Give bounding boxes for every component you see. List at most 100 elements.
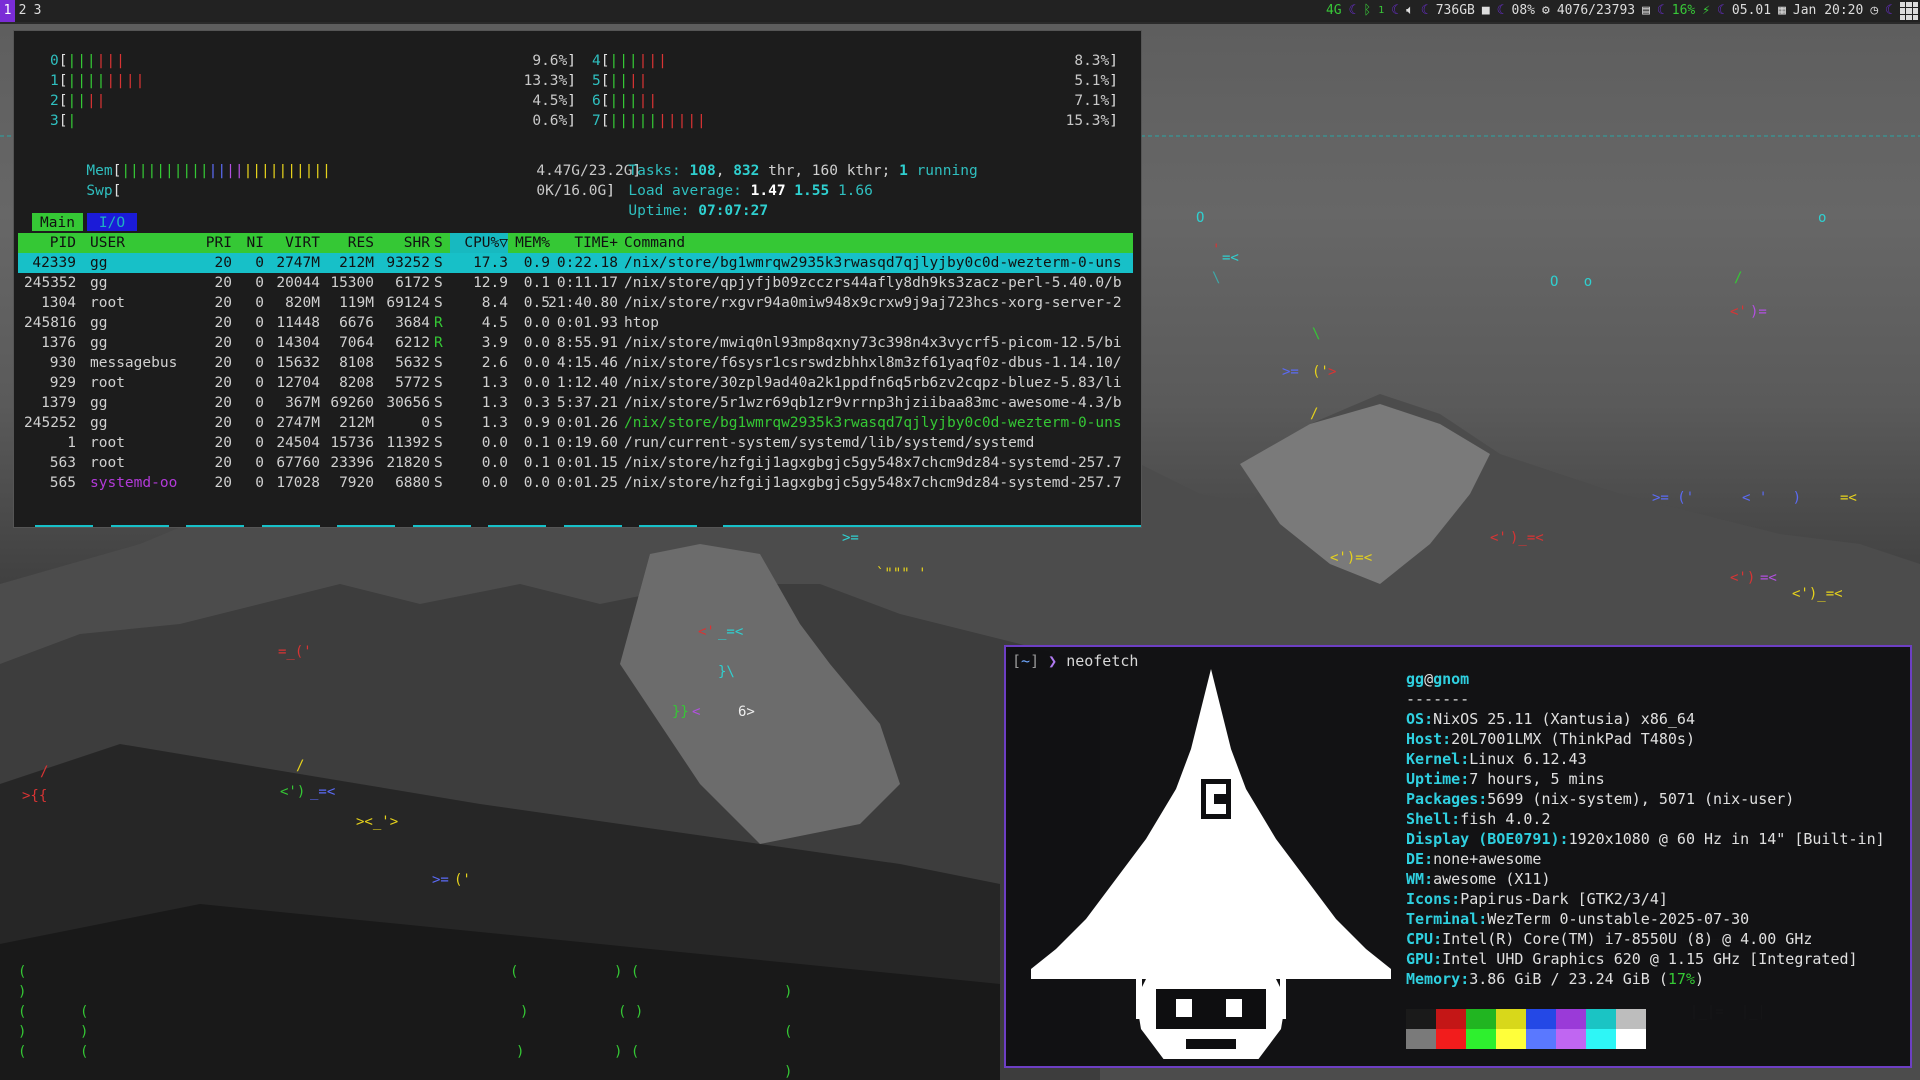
process-user: gg [90,335,108,351]
tag-1[interactable]: 1 [0,0,15,22]
column-header-pri[interactable]: PRI [196,233,232,253]
column-header-command[interactable]: Command [624,233,1124,253]
volume-icon[interactable]: 🔈︎ [1406,0,1414,22]
process-res: 7064 [339,335,374,351]
date-time[interactable]: Jan 20:20 [1793,0,1863,22]
column-header-virt[interactable]: VIRT [258,233,320,253]
memory-value: 3.86 GiB / 23.24 GiB ( [1469,970,1668,988]
process-pri: 20 [214,475,232,491]
process-pri: 20 [214,415,232,431]
memory-icon: ▤ [1642,3,1650,18]
cpu-label: 6 [592,93,601,109]
process-s: S [434,395,443,411]
info-value: 5699 (nix-system), 5071 (nix-user) [1487,790,1795,808]
process-virt: 2747M [276,415,320,431]
color-swatch [1556,1009,1586,1029]
tab-io[interactable]: I/O [86,213,138,231]
fkey-sortby[interactable]: F6SortBy [395,525,471,527]
process-row[interactable]: 245252 gg 20 0 2747M 212M 0 S 1.3 0.9 0:01.26/nix/… [18,413,1133,433]
column-header-s[interactable]: S [434,233,446,253]
tag-2[interactable]: 2 [15,0,30,22]
process-shr: 21820 [386,455,430,471]
fkey-nice[interactable]: F8Nice + [546,525,622,527]
info-line: Terminal:WezTerm 0-unstable-2025-07-30 [1406,909,1885,929]
neofetch-terminal[interactable]: [~] ❯ neofetch gg@gnom ------- OS:NixOS 25… [1004,645,1912,1068]
fkey-label: SortBy [412,525,471,527]
cpu-pct: 13.3% [523,73,568,89]
process-virt: 820M [285,295,320,311]
info-colon: : [1442,730,1452,748]
fkey-search[interactable]: F3Search [168,525,245,527]
process-list: 42339 gg 20 0 2747M 212M 93252 S 17.3 0.9 0:22.18/… [18,253,1133,493]
process-mem: 0.0 [523,355,550,371]
column-header-mem[interactable]: MEM% [494,233,550,253]
cpu-bars: | [67,113,78,129]
process-virt: 2747M [276,255,320,271]
fkey-filter[interactable]: F4Filter [244,525,320,527]
color-swatch [1616,1029,1646,1049]
process-s: S [434,455,443,471]
tag-3[interactable]: 3 [30,0,45,22]
info-key: Packages [1406,790,1479,808]
process-row[interactable]: 1376 gg 20 0 14304 7064 6212 R 3.9 0.0 8:55.91/nix… [18,333,1133,353]
process-row[interactable]: 563 root 20 0 67760 23396 21820 S 0.0 0.1 0:01.15/… [18,453,1133,473]
column-header-pid[interactable]: PID [24,233,76,253]
column-header-time[interactable]: TIME+ [548,233,618,253]
process-row[interactable]: 245352 gg 20 0 20044 15300 6172 S 12.9 0.1 0:11.17… [18,273,1133,293]
process-user: root [90,375,125,391]
fkey-nice[interactable]: F7Nice - [470,525,547,527]
layout-grid-icon[interactable] [1900,2,1918,20]
process-res: 8108 [339,355,374,371]
process-mem: 0.9 [523,415,550,431]
info-colon: : [1433,950,1443,968]
process-s: S [434,255,443,271]
fkey-setup[interactable]: F2Setup [93,525,169,527]
process-row[interactable]: 245816 gg 20 0 11448 6676 3684 R 4.5 0.0 0:01.93 ht… [18,313,1133,333]
bracket-close: ] [1109,113,1118,129]
process-mem: 0.0 [523,335,550,351]
prompt-command: neofetch [1066,652,1139,670]
tab-main[interactable]: Main [32,213,83,231]
cpu-meter-4: 4[|||||| 8.3%] [592,51,1118,71]
process-pri: 20 [214,375,232,391]
cpu-widget: 08% [1511,3,1536,18]
cpu-pct: 5.1% [1074,73,1110,89]
cpu-pct: 9.6% [532,53,568,69]
cpu-bars: |||||||||| [609,113,707,129]
process-s: R [434,315,443,331]
cpu-pct-wrap: 15.3%] [1066,111,1118,131]
function-key-bar: F1HelpF2SetupF3SearchF4FilterF5TreeF6Sor… [18,525,1141,527]
process-command: /nix/store/mwiq0nl93mp8qxny73c398n4x3vyc… [624,335,1122,351]
calendar-icon: ▦ [1778,3,1786,18]
separator-icon: ☾ [1496,3,1505,18]
process-row[interactable]: 1304 root 20 0 820M 119M 69124 S 8.4 0.5 21:40.80/… [18,293,1133,313]
fkey-tree[interactable]: F5Tree [319,525,396,527]
gnome-wizard-logo [1026,669,1396,1066]
column-header-shr[interactable]: SHR [374,233,430,253]
cpu-meter-0: 0[|||||| 9.6%] [50,51,576,71]
process-row[interactable]: 42339 gg 20 0 2747M 212M 93252 S 17.3 0.9 0:22.18/… [18,253,1133,273]
column-header-user[interactable]: USER [90,233,180,253]
process-row[interactable]: 565 systemd-oo 20 0 17028 7920 6880 S 0.0 0.0 0:01… [18,473,1133,493]
cpu-meter-1: 1[|||||||| 13.3%] [50,71,576,91]
network-widget[interactable]: 4G [1326,0,1342,22]
process-row[interactable]: 930 messagebus 20 0 15632 8108 5632 S 2.6 0.0 4:15… [18,353,1133,373]
separator-line: ------- [1406,690,1470,708]
fkey-quit[interactable]: F10Quit [697,525,1141,527]
info-value: 7 hours, 5 mins [1469,770,1605,788]
process-row[interactable]: 1 root 20 0 24504 15736 11392 S 0.0 0.1 0:19.60/ru… [18,433,1133,453]
process-row[interactable]: 1379 gg 20 0 367M 69260 30656 S 1.3 0.3 5:37.21/ni… [18,393,1133,413]
info-key: Memory [1406,970,1461,988]
info-colon: : [1478,910,1488,928]
process-row[interactable]: 929 root 20 0 12704 8208 5772 S 1.3 0.0 1:12.40/ni… [18,373,1133,393]
cpu-pct-wrap: 7.1%] [1074,91,1118,111]
process-shr: 11392 [386,435,430,451]
fkey-help[interactable]: F1Help [18,525,94,527]
htop-window[interactable]: 0[|||||| 9.6%] 1[|||||||| 13.3%] 2[|||| 4.5%]… [13,30,1142,528]
fkey-kill[interactable]: F9Kill [621,525,698,527]
column-header-res[interactable]: RES [318,233,374,253]
info-value: 20L7001LMX (ThinkPad T480s) [1451,730,1695,748]
process-pri: 20 [214,395,232,411]
process-pid: 1304 [41,295,76,311]
bluetooth-icon[interactable]: ᛒ [1363,0,1371,22]
